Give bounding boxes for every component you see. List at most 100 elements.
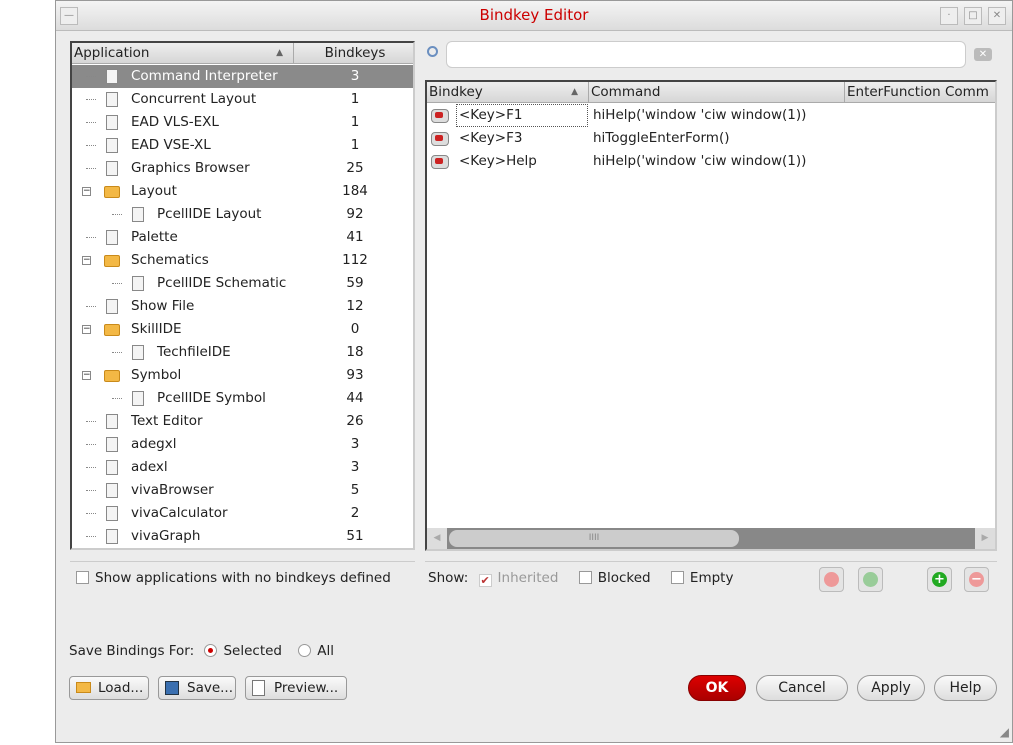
- folder-icon: [104, 255, 120, 267]
- document-icon: [106, 92, 118, 107]
- sort-asc-icon: ▲: [571, 87, 578, 97]
- application-name: Show File: [131, 298, 195, 314]
- command-cell: hiHelp('window 'ciw window(1)): [593, 107, 807, 123]
- tree-line: [86, 145, 96, 146]
- bindkey-count: 3: [350, 459, 360, 475]
- application-row[interactable]: PcellIDE Schematic 59: [72, 272, 413, 295]
- window-title: Bindkey Editor: [479, 6, 589, 24]
- application-name: PcellIDE Schematic: [157, 275, 287, 291]
- binding-row[interactable]: <Key>Help hiHelp('window 'ciw window(1)): [427, 150, 995, 173]
- preview-button[interactable]: Preview...: [245, 676, 347, 700]
- help-button[interactable]: Help: [934, 675, 997, 701]
- document-icon: [132, 345, 144, 360]
- binding-row[interactable]: <Key>F3 hiToggleEnterForm(): [427, 127, 995, 150]
- document-icon: [106, 437, 118, 452]
- application-row[interactable]: Graphics Browser 25: [72, 157, 413, 180]
- scrollbar-thumb[interactable]: IIII: [449, 530, 739, 547]
- clear-search-icon[interactable]: ✕: [974, 48, 992, 61]
- application-name: Schematics: [131, 252, 209, 268]
- application-row[interactable]: PcellIDE Symbol 44: [72, 387, 413, 410]
- unblock-button[interactable]: [858, 567, 883, 592]
- inherited-checkbox[interactable]: ✔: [478, 574, 492, 587]
- application-row[interactable]: Palette 41: [72, 226, 413, 249]
- application-tree: Application ▲ Bindkeys Command Interprete…: [70, 41, 415, 550]
- collapse-toggle-icon[interactable]: −: [82, 187, 91, 196]
- document-icon: [106, 138, 118, 153]
- tree-line: [112, 352, 122, 353]
- application-row[interactable]: − SkillIDE 0: [72, 318, 413, 341]
- selected-radio[interactable]: [204, 644, 218, 657]
- remove-binding-button[interactable]: −: [964, 567, 989, 592]
- collapse-toggle-icon[interactable]: −: [82, 256, 91, 265]
- save-button[interactable]: Save...: [158, 676, 236, 700]
- document-icon: [132, 276, 144, 291]
- scroll-left-arrow[interactable]: ◀: [427, 528, 447, 549]
- close-button[interactable]: ✕: [988, 7, 1006, 25]
- bindkey-editor-window: — Bindkey Editor · □ ✕ Application ▲ Bind…: [55, 0, 1013, 743]
- block-button[interactable]: [819, 567, 844, 592]
- blocked-checkbox[interactable]: [578, 571, 592, 584]
- all-radio[interactable]: [298, 644, 312, 657]
- tree-line: [112, 283, 122, 284]
- show-label: Show:: [428, 570, 469, 586]
- add-binding-button[interactable]: +: [927, 567, 952, 592]
- application-row[interactable]: vivaCalculator 2: [72, 502, 413, 525]
- application-row[interactable]: − Layout 184: [72, 180, 413, 203]
- header-label: Bindkey: [429, 84, 483, 100]
- header-label: Application: [74, 45, 150, 61]
- collapse-toggle-icon[interactable]: −: [82, 371, 91, 380]
- checkbox-box[interactable]: [76, 571, 89, 584]
- resize-grip-icon[interactable]: ◢: [1000, 725, 1009, 739]
- empty-checkbox[interactable]: [670, 571, 684, 584]
- bindkey-count: 26: [346, 413, 364, 429]
- application-row[interactable]: adexl 3: [72, 456, 413, 479]
- inherited-label: Inherited: [497, 570, 559, 586]
- column-header-enterfunction[interactable]: EnterFunction Comm: [845, 82, 995, 103]
- minimize-button[interactable]: ·: [940, 7, 958, 25]
- ok-button[interactable]: OK: [688, 675, 746, 701]
- document-icon: [132, 207, 144, 222]
- bindkey-count: 3: [350, 68, 360, 84]
- load-button[interactable]: Load...: [69, 676, 149, 700]
- preview-doc-icon: [252, 680, 265, 696]
- show-no-bindkeys-checkbox[interactable]: Show applications with no bindkeys defin…: [70, 561, 415, 597]
- collapse-toggle-icon[interactable]: −: [82, 325, 91, 334]
- bindkey-cell: <Key>F3: [459, 130, 523, 146]
- bindkey-count: 5: [350, 482, 360, 498]
- application-row[interactable]: Text Editor 26: [72, 410, 413, 433]
- application-row[interactable]: EAD VLS-EXL 1: [72, 111, 413, 134]
- search-input[interactable]: [446, 41, 966, 68]
- binding-row[interactable]: <Key>F1 hiHelp('window 'ciw window(1)): [427, 104, 995, 127]
- column-header-bindkey[interactable]: Bindkey ▲: [427, 82, 589, 103]
- maximize-button[interactable]: □: [964, 7, 982, 25]
- show-filter-bar: Show: ✔ Inherited Blocked Empty: [425, 561, 997, 597]
- application-row[interactable]: EAD VSE-XL 1: [72, 134, 413, 157]
- tree-line: [86, 490, 96, 491]
- application-row[interactable]: Show File 12: [72, 295, 413, 318]
- application-row[interactable]: PcellIDE Layout 92: [72, 203, 413, 226]
- apply-button[interactable]: Apply: [857, 675, 925, 701]
- bindkey-count: 2: [350, 505, 360, 521]
- column-header-application[interactable]: Application ▲: [72, 43, 294, 64]
- horizontal-scrollbar[interactable]: ◀ IIII ▶: [427, 528, 995, 549]
- application-row[interactable]: adegxl 3: [72, 433, 413, 456]
- column-header-bindkeys[interactable]: Bindkeys: [294, 43, 413, 64]
- application-name: Command Interpreter: [131, 68, 278, 84]
- selected-label: Selected: [223, 643, 282, 659]
- folder-icon: [104, 324, 120, 336]
- application-row[interactable]: Concurrent Layout 1: [72, 88, 413, 111]
- tree-line: [86, 122, 96, 123]
- application-row[interactable]: − Symbol 93: [72, 364, 413, 387]
- scroll-right-arrow[interactable]: ▶: [975, 528, 995, 549]
- column-header-command[interactable]: Command: [589, 82, 845, 103]
- all-label: All: [317, 643, 335, 659]
- bindkey-count: 1: [350, 137, 360, 153]
- cancel-button[interactable]: Cancel: [756, 675, 848, 701]
- application-row[interactable]: − Schematics 112: [72, 249, 413, 272]
- tree-line: [86, 99, 96, 100]
- document-icon: [106, 161, 118, 176]
- application-row[interactable]: vivaBrowser 5: [72, 479, 413, 502]
- application-row[interactable]: TechfileIDE 18: [72, 341, 413, 364]
- application-row[interactable]: vivaGraph 51: [72, 525, 413, 548]
- application-row[interactable]: Command Interpreter 3: [72, 65, 413, 88]
